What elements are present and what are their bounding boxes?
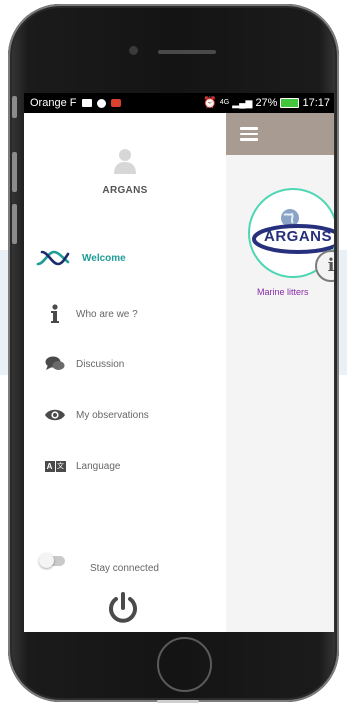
eye-icon	[44, 404, 66, 426]
nav-label-my-observations: My observations	[76, 409, 149, 421]
mail-icon	[81, 99, 92, 108]
nav-item-language[interactable]: A 文 Language	[24, 451, 226, 481]
stay-connected-label: Stay connected	[90, 563, 159, 574]
home-button[interactable]	[157, 637, 212, 692]
nav-label-discussion: Discussion	[76, 358, 125, 370]
battery-icon	[280, 98, 300, 108]
power-icon[interactable]	[106, 591, 140, 625]
main-content: ARGANS i Marine litters	[226, 155, 334, 632]
nav-item-my-observations[interactable]: My observations	[24, 400, 226, 430]
volume-up-button	[12, 152, 17, 192]
carrier-name: Orange F	[30, 97, 77, 109]
phone-screen: Orange F ⏰ 4G ▂▄▆ 27% 17:17 ARGANS Welco…	[24, 93, 334, 632]
nav-item-who-are-we[interactable]: Who are we ?	[24, 299, 226, 329]
app-bar	[226, 113, 334, 155]
network-type: 4G	[219, 99, 230, 106]
battery-percent: 27%	[255, 97, 278, 109]
status-bar: Orange F ⏰ 4G ▂▄▆ 27% 17:17	[24, 93, 334, 113]
argans-logo-text: ARGANS	[264, 228, 333, 245]
volume-down-button	[12, 204, 17, 244]
signal-icon: ▂▄▆	[232, 98, 253, 108]
earpiece-speaker	[158, 50, 216, 54]
user-avatar-icon	[114, 149, 136, 174]
navigation-drawer: ARGANS Welcome Who are we ? Discussion M…	[24, 113, 226, 632]
mute-switch	[12, 96, 17, 118]
nav-item-discussion[interactable]: Discussion	[24, 349, 226, 379]
nav-item-welcome[interactable]: Welcome	[24, 243, 226, 273]
info-icon	[44, 303, 66, 325]
status-right: ⏰ 4G ▂▄▆ 27% 17:17	[203, 93, 330, 113]
nav-label-who-are-we: Who are we ?	[76, 308, 138, 320]
app-notification-icon	[110, 99, 121, 108]
menu-icon[interactable]	[240, 127, 258, 141]
nav-label-language: Language	[76, 460, 121, 472]
card-caption: Marine litters	[257, 287, 309, 297]
reflection-line	[157, 700, 199, 703]
language-icon: A 文	[44, 455, 66, 477]
front-camera	[129, 46, 138, 55]
status-left: Orange F	[30, 93, 121, 113]
clock: 17:17	[302, 97, 330, 109]
alarm-icon: ⏰	[203, 97, 217, 109]
username: ARGANS	[102, 185, 148, 196]
chat-bubbles-icon	[44, 353, 66, 375]
messenger-icon	[96, 98, 106, 108]
info-button[interactable]: i	[315, 250, 334, 282]
stay-connected-toggle[interactable]	[39, 553, 65, 568]
toggle-knob	[39, 553, 54, 568]
nav-label-welcome: Welcome	[82, 252, 126, 264]
argans-logo-icon	[36, 247, 70, 269]
